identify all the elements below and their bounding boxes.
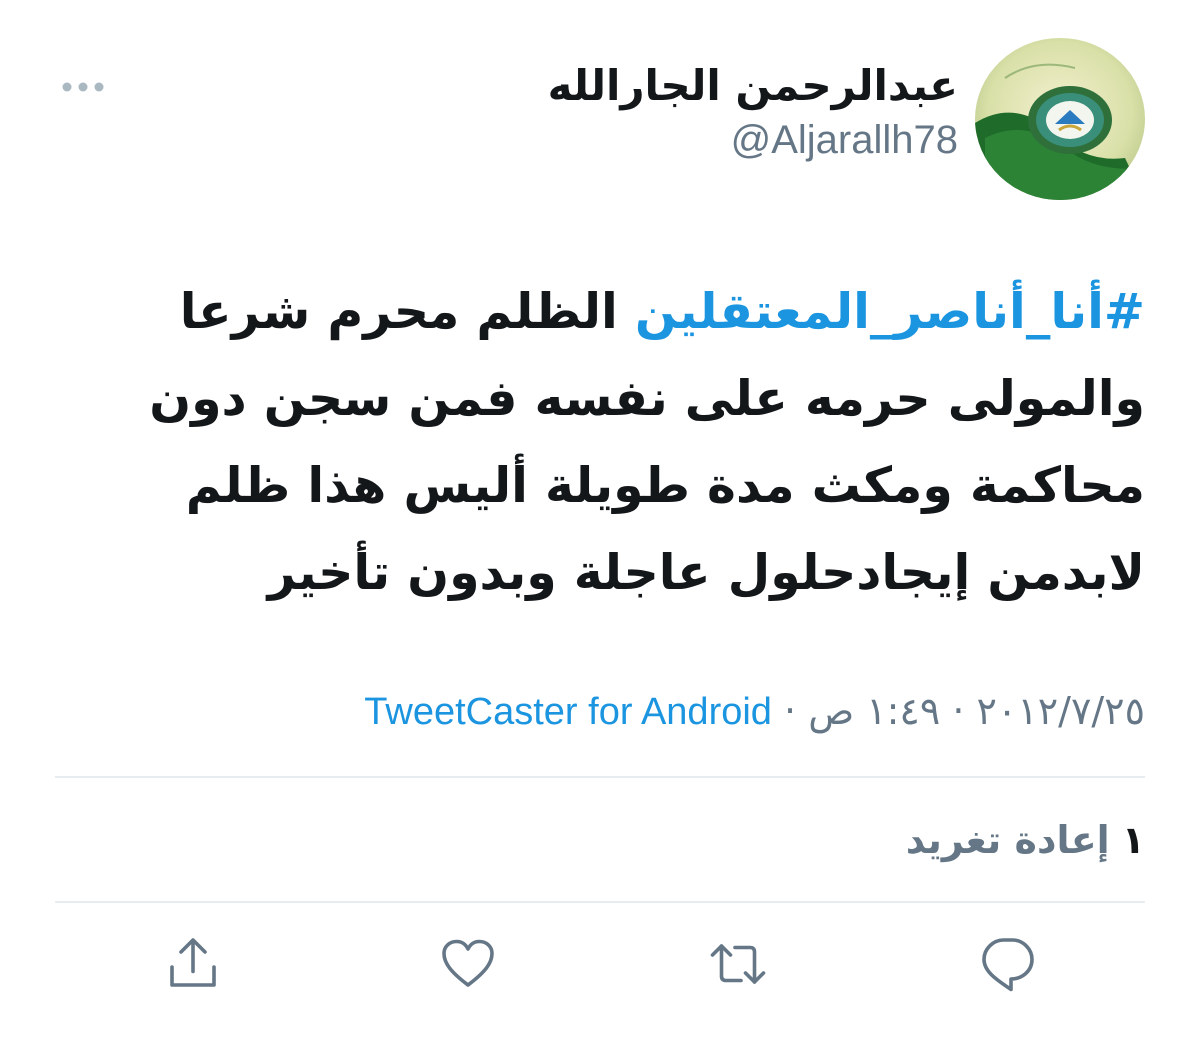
like-button[interactable] [436,932,500,996]
retweet-icon [710,944,766,984]
tweet-source-link[interactable]: TweetCaster for Android [364,691,772,733]
reply-icon [982,938,1034,992]
retweet-button[interactable] [706,932,770,996]
author-display-name[interactable]: عبدالرحمن الجارالله [548,58,958,114]
green-emblem-avatar [975,38,1145,200]
tweet-text-line-3: محاكمة ومكث مدة طويلة أليس هذا ظلم [185,457,1145,514]
author-handle[interactable]: @Aljarallh78 [548,114,958,166]
tweet-time[interactable]: ١:٤٩ ص [808,689,940,733]
tweet-text-line-2: والمولى حرمه على نفسه فمن سجن دون [149,370,1145,427]
tweet-header: عبدالرحمن الجارالله @Aljarallh78 [548,58,958,166]
more-options-button[interactable] [60,70,106,104]
more-horizontal-icon [61,78,105,97]
tweet-text-line-4: لابدمن إيجادحلول عاجلة وبدون تأخير [267,544,1145,601]
retweet-label: إعادة تغريد [905,818,1110,862]
share-icon [170,938,216,987]
meta-separator: · [771,689,809,733]
meta-separator: · [940,689,977,733]
avatar[interactable] [975,38,1145,200]
tweet-text: #أنا_أناصر_المعتقلين الظلم محرم شرعا والم… [60,268,1145,616]
divider [55,776,1145,778]
retweet-count-link[interactable]: ١ إعادة تغريد [906,812,1145,868]
tweet-text-line-1: الظلم محرم شرعا [179,283,635,340]
reply-button[interactable] [976,932,1040,996]
heart-icon [442,939,494,987]
divider [55,901,1145,903]
tweet-meta: ٢٠١٢/٧/٢٥ · ١:٤٩ ص · TweetCaster for And… [364,683,1145,740]
share-button[interactable] [161,932,225,996]
retweet-count: ١ [1121,818,1145,862]
hashtag-link[interactable]: #أنا_أناصر_المعتقلين [635,283,1145,340]
tweet-date[interactable]: ٢٠١٢/٧/٢٥ [977,689,1145,733]
